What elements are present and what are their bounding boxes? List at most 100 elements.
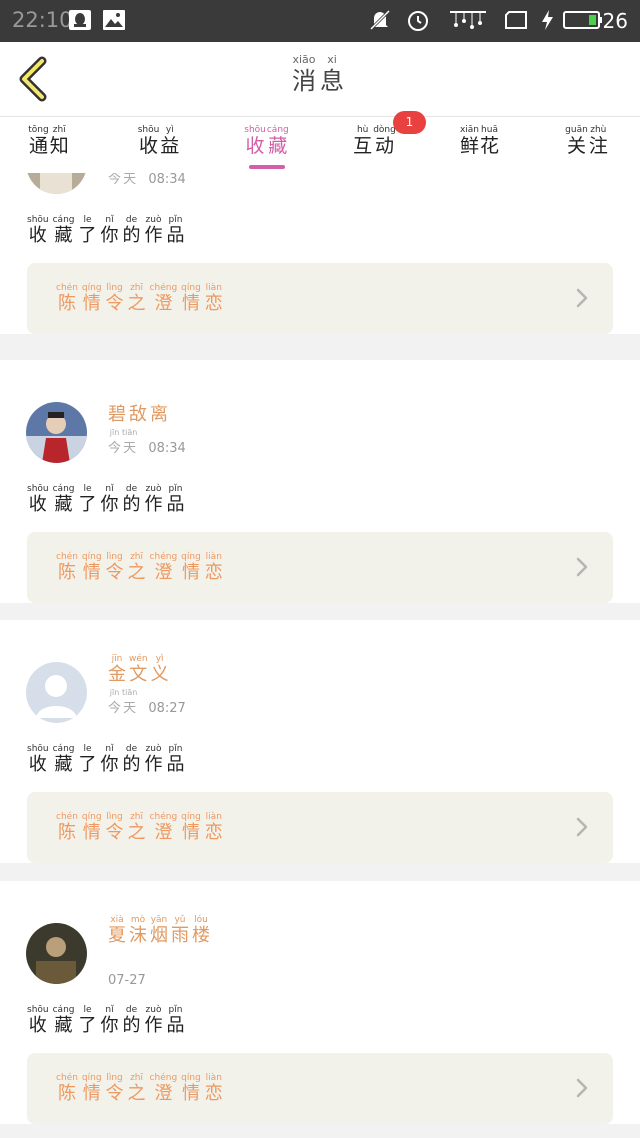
avatar[interactable] <box>26 662 87 723</box>
work-title-hanzi: 陈 <box>57 562 76 583</box>
day-char: tiān天 <box>122 428 137 460</box>
action-hanzi: 你 <box>100 225 119 246</box>
timestamp: jīn今tiān天 08:34 <box>108 173 186 191</box>
action-hanzi: 的 <box>122 1015 141 1036</box>
work-title-hanzi: 令 <box>105 293 124 314</box>
day-pinyin: tiān <box>122 688 138 697</box>
action-hanzi: 藏 <box>54 754 73 775</box>
work-title: chén 陈 qíng 情 lìng 令 zhī 之 chéng 澄 qíng 情 liàn 恋 <box>56 1073 227 1105</box>
work-title-hanzi: 陈 <box>57 293 76 314</box>
action-hanzi: 作 <box>144 754 163 775</box>
tab-label-hanzi: 益 <box>160 135 180 157</box>
day-char: jīn 今 <box>108 428 121 460</box>
work-link[interactable]: chén 陈 qíng 情 lìng 令 zhī 之 chéng 澄 qíng 情 liàn 恋 <box>27 1053 613 1124</box>
work-link[interactable]: chén 陈 qíng 情 lìng 令 zhī 之 chéng 澄 qíng 情 liàn 恋 <box>27 532 613 603</box>
action-pinyin: nǐ <box>105 1005 114 1015</box>
tab-label-pinyin: yì <box>165 125 174 135</box>
work-title-hanzi: 令 <box>105 822 124 843</box>
action-pinyin: de <box>125 215 138 225</box>
action-char: nǐ 你 <box>101 215 119 247</box>
work-title-pinyin: chéng <box>149 1073 178 1083</box>
work-title-hanzi: 恋 <box>204 562 223 583</box>
avatar[interactable] <box>26 923 87 984</box>
tab-label-pinyin: xiān <box>459 125 480 135</box>
user-name[interactable]: xià 夏 mò 沫 yān 烟 yǔ 雨 lóu 楼 <box>108 915 213 947</box>
day-char: jīn 今 <box>108 688 121 720</box>
screen-icon <box>505 11 527 29</box>
work-title-char: qíng 情 <box>82 1073 102 1105</box>
action-pinyin: pǐn <box>168 1005 183 1015</box>
day-char: tiān天 <box>122 173 137 191</box>
action-pinyin: zuò <box>145 744 162 754</box>
work-title-char: qíng 情 <box>82 283 102 315</box>
action-char: le 了 <box>79 484 97 516</box>
work-title-hanzi: 情 <box>181 1083 200 1104</box>
action-char: zuò 作 <box>145 744 163 776</box>
work-title-pinyin: lìng <box>106 1073 123 1083</box>
work-title-char: lìng 令 <box>106 552 124 584</box>
tab-notice[interactable]: tōng 通 zhī 知 <box>4 125 94 157</box>
work-title-pinyin: zhī <box>130 552 144 562</box>
work-title-hanzi: 之 <box>127 822 146 843</box>
tab-flowers[interactable]: xiān 鲜 huā 花 <box>435 125 525 157</box>
action-hanzi: 了 <box>78 494 97 515</box>
action-char: pǐn 品 <box>167 484 185 516</box>
user-name-char: wén 文 <box>129 654 148 686</box>
work-title-pinyin: zhī <box>130 812 144 822</box>
tab-favorites[interactable]: shōu 收 cáng 藏 <box>222 125 312 157</box>
user-name-char: yǔ 雨 <box>171 915 189 947</box>
user-name-hanzi: 离 <box>150 404 168 425</box>
work-title-char: lìng 令 <box>106 283 124 315</box>
tab-following[interactable]: guān 关 zhù 注 <box>542 125 632 157</box>
charging-icon <box>542 10 553 30</box>
work-title-pinyin: qíng <box>181 1073 201 1083</box>
chevron-right-icon <box>575 1077 589 1099</box>
work-title-hanzi: 情 <box>82 822 101 843</box>
list-item[interactable]: jīn 金 wén 文 yì 义 jīn 今 tiān 天 08:27 shōu 收 cáng 藏 le 了 nǐ… <box>0 620 640 863</box>
page-title: xiāo 消 xi 息 <box>0 54 640 96</box>
work-title-hanzi: 陈 <box>57 822 76 843</box>
list-item[interactable]: 碧 敌 离 jīn 今 tiān 天 08:34 shōu 收 cáng 藏 le 了 nǐ 你 de 的 zu… <box>0 360 640 603</box>
work-title-hanzi: 令 <box>105 562 124 583</box>
user-name[interactable]: jīn 金 wén 文 yì 义 <box>108 654 172 686</box>
work-title-pinyin: liàn <box>205 283 222 293</box>
action-hanzi: 藏 <box>54 494 73 515</box>
tab-label-char: shōu 收 <box>244 125 266 157</box>
work-link[interactable]: chén 陈 qíng 情 lìng 令 zhī 之 chéng 澄 qíng 情 liàn 恋 <box>27 263 613 334</box>
work-title-pinyin: qíng <box>81 552 102 562</box>
work-title: chén 陈 qíng 情 lìng 令 zhī 之 chéng 澄 qíng 情 liàn 恋 <box>56 552 227 584</box>
work-title-char: chéng 澄 <box>150 552 178 584</box>
work-title-char: liàn 恋 <box>205 812 223 844</box>
action-char: zuò 作 <box>145 1005 163 1037</box>
work-title-pinyin: qíng <box>181 552 201 562</box>
action-pinyin: shōu <box>27 744 49 754</box>
list-item[interactable]: xià 夏 mò 沫 yān 烟 yǔ 雨 lóu 楼 07-27 shōu 收 cáng 藏 le 了 nǐ 你 d… <box>0 881 640 1124</box>
work-title-char: chéng 澄 <box>150 283 178 315</box>
work-title-char: lìng 令 <box>106 1073 124 1105</box>
tab-label-char: cáng 藏 <box>267 125 289 157</box>
image-icon <box>103 10 125 30</box>
tab-label-hanzi: 鲜 <box>459 135 479 157</box>
page-title-text: xiāo 消 xi 息 <box>292 54 348 96</box>
avatar[interactable] <box>26 173 87 194</box>
list-item[interactable]: 秋 焰jīn今tiān天08:34shōu收cáng藏le了nǐ你de的zuò作… <box>0 173 640 334</box>
work-title-char: qíng 情 <box>181 552 201 584</box>
day-pinyin: tiān <box>122 428 138 437</box>
user-name[interactable]: 碧 敌 离 <box>108 394 171 426</box>
action-char: de 的 <box>123 215 141 247</box>
work-title-pinyin: lìng <box>106 552 123 562</box>
work-title-hanzi: 情 <box>181 293 200 314</box>
tab-earnings[interactable]: shōu 收 yì 益 <box>114 125 204 157</box>
avatar[interactable] <box>26 402 87 463</box>
action-char: le 了 <box>79 744 97 776</box>
tab-label-hanzi: 关 <box>566 135 586 157</box>
title-pinyin: xi <box>327 53 337 66</box>
user-name-char: mò 沫 <box>129 915 147 947</box>
work-title-char: zhī 之 <box>128 552 146 584</box>
work-link[interactable]: chén 陈 qíng 情 lìng 令 zhī 之 chéng 澄 qíng 情 liàn 恋 <box>27 792 613 863</box>
work-title-char: zhī 之 <box>128 812 146 844</box>
favorites-list[interactable]: 秋 焰jīn今tiān天08:34shōu收cáng藏le了nǐ你de的zuò作… <box>0 173 640 1138</box>
user-name-char: 碧 <box>108 394 126 426</box>
action-hanzi: 品 <box>166 494 185 515</box>
chevron-right-icon <box>575 287 589 309</box>
